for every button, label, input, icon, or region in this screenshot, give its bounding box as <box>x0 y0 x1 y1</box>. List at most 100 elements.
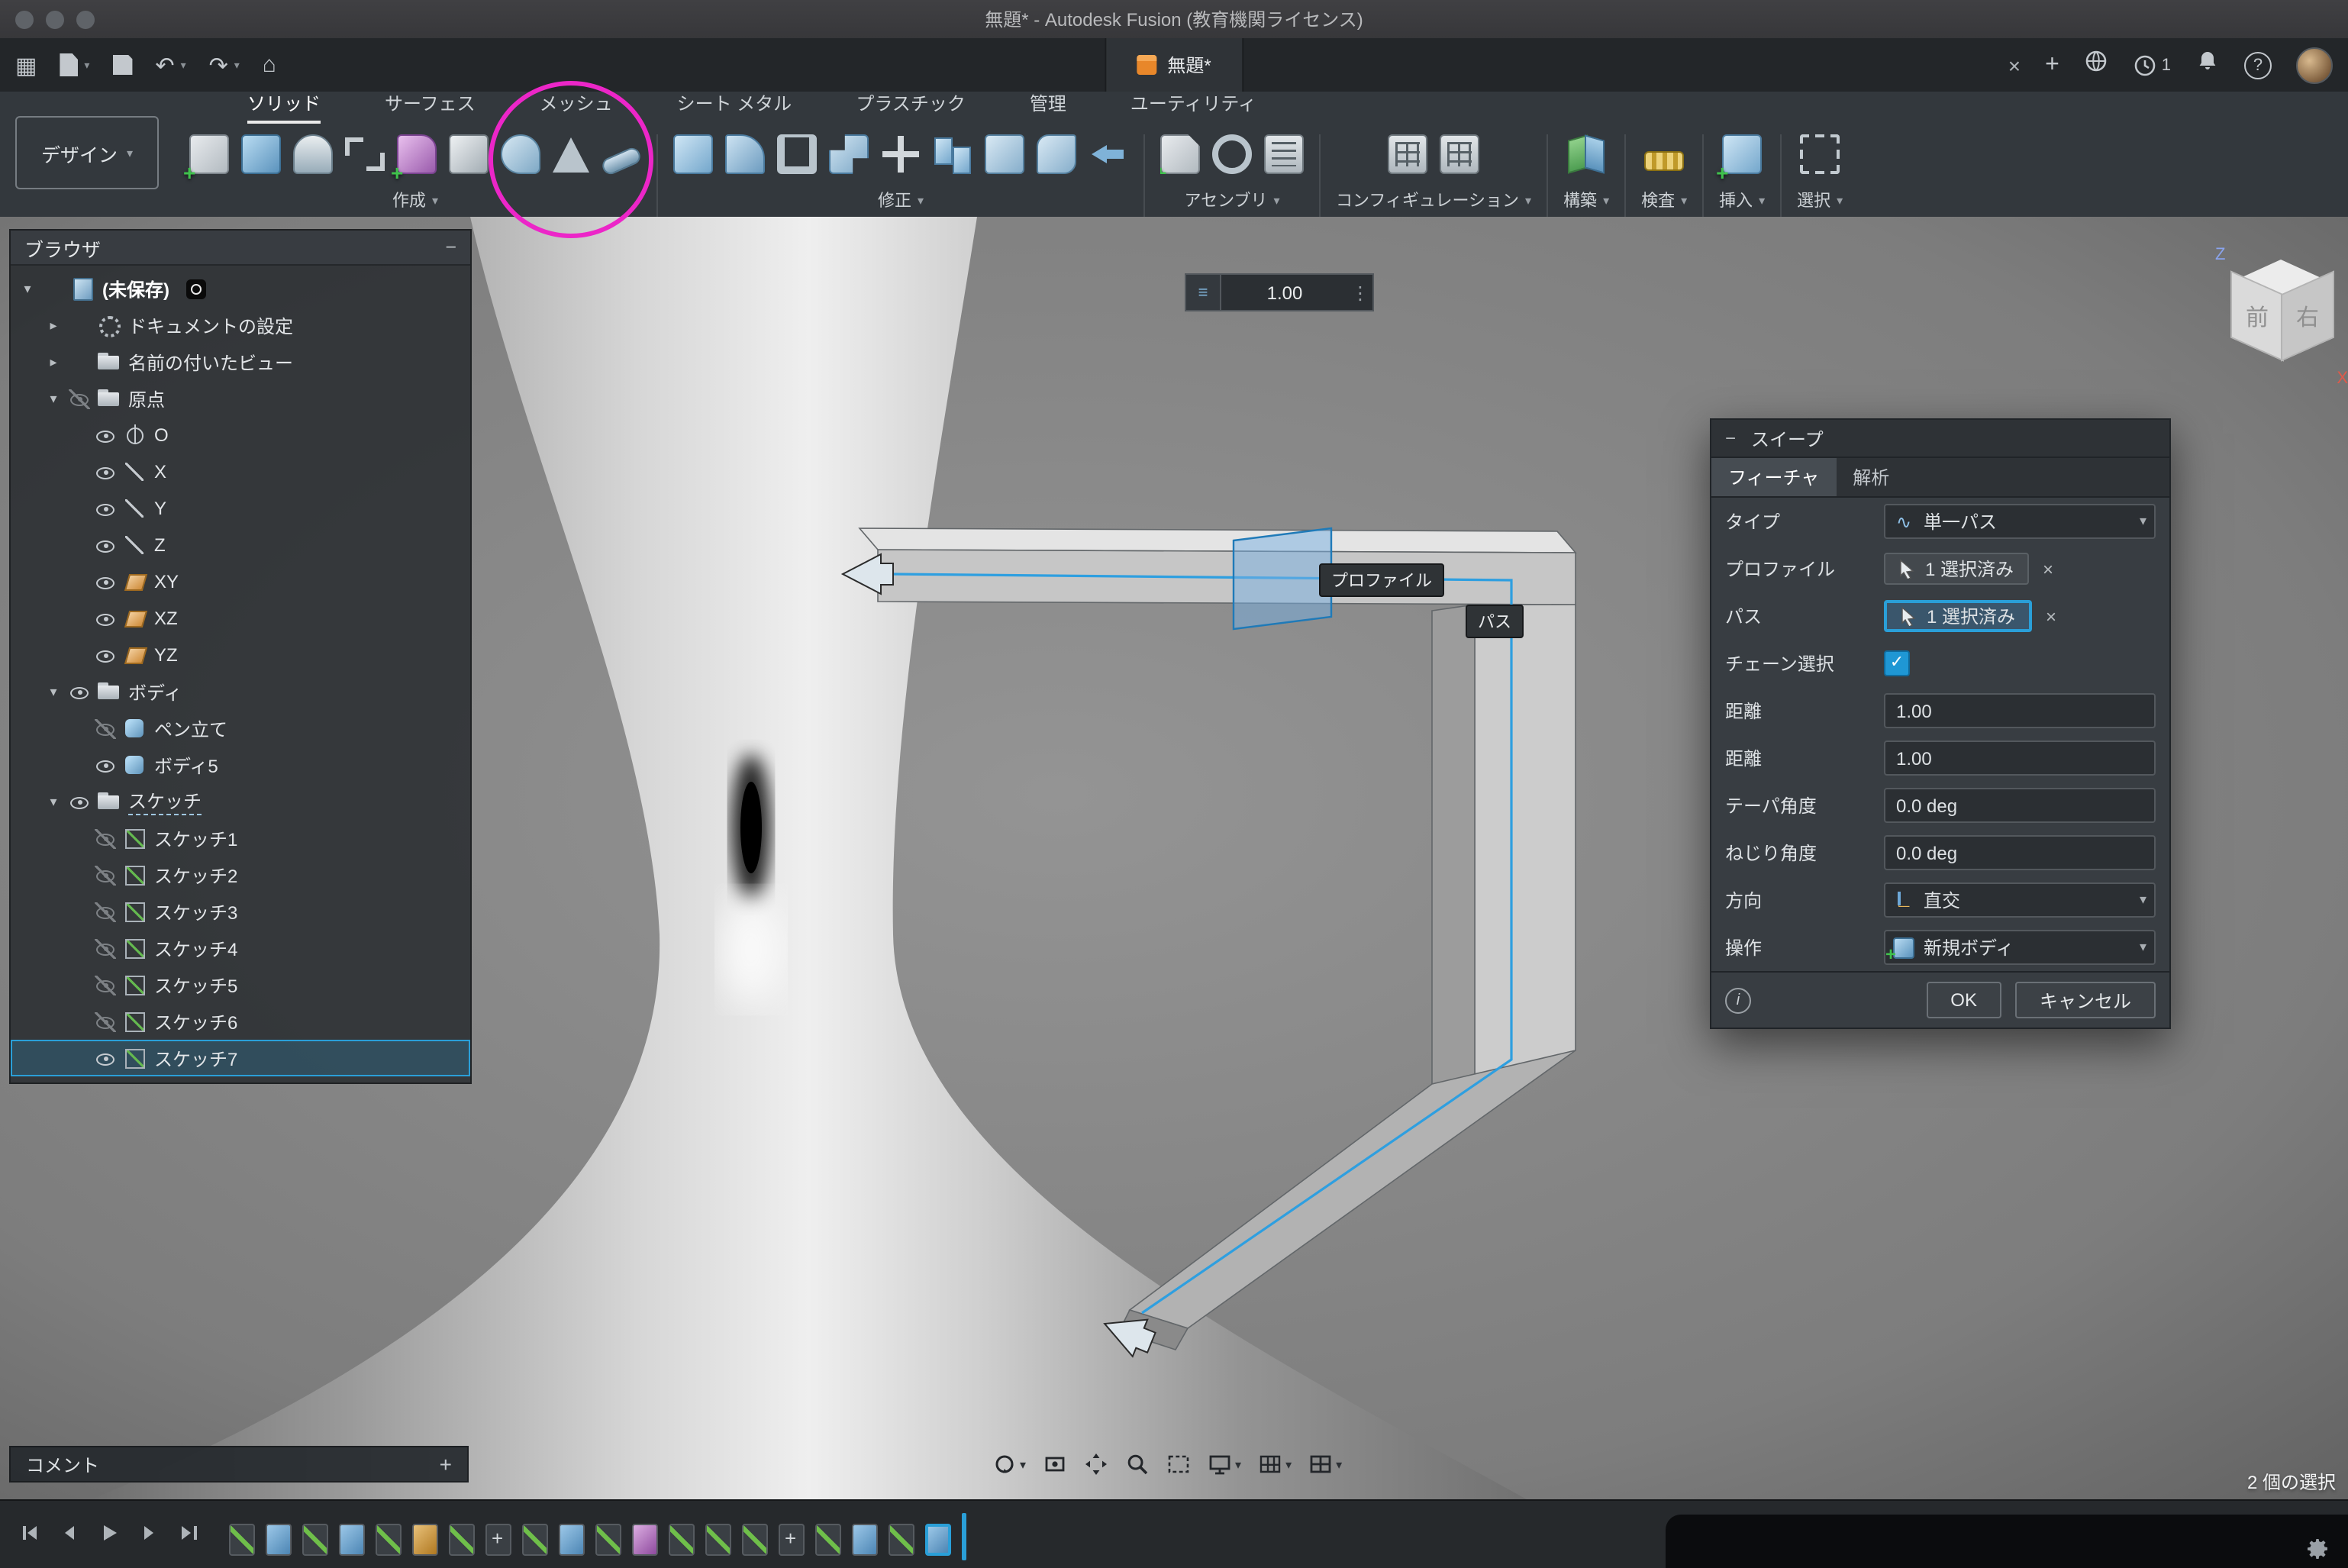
new-document-tab-icon[interactable]: + <box>2045 51 2059 79</box>
fit-icon[interactable] <box>1166 1452 1191 1476</box>
info-icon[interactable]: i <box>1725 987 1751 1013</box>
minimize-window-button[interactable] <box>46 10 64 28</box>
ribbon-tab-ユーティリティ[interactable]: ユーティリティ <box>1130 90 1256 124</box>
value-input[interactable]: 0.0 deg <box>1884 835 2156 870</box>
replace-face-icon[interactable] <box>1037 134 1076 174</box>
notifications-bell-icon[interactable] <box>2195 49 2220 81</box>
distance-value-box[interactable]: ≡ 1.00 ⋮ <box>1185 273 1374 311</box>
browser-item-ドキュメントの設定[interactable]: ▸ドキュメントの設定 <box>11 307 470 344</box>
insert-icon[interactable] <box>1722 134 1762 174</box>
value-input[interactable]: 0.0 deg <box>1884 788 2156 823</box>
display-settings-icon[interactable]: ▾ <box>1208 1452 1241 1476</box>
add-comment-icon[interactable]: + <box>440 1452 452 1476</box>
timeline-feature-15-sketch[interactable] <box>742 1524 768 1556</box>
orbit-icon[interactable]: ▾ <box>992 1452 1026 1476</box>
browser-item-ペン立て[interactable]: ペン立て <box>11 710 470 747</box>
timeline-feature-20-current[interactable] <box>925 1524 951 1556</box>
browser-item-XY[interactable]: XY <box>11 563 470 600</box>
redo-icon[interactable]: ↷ <box>209 51 228 79</box>
tree-chevron-icon[interactable]: ▾ <box>46 390 61 407</box>
timeline-position-marker[interactable] <box>962 1513 966 1560</box>
browser-item-スケッチ6[interactable]: スケッチ6 <box>11 1003 470 1040</box>
browser-item-スケッチ5[interactable]: スケッチ5 <box>11 966 470 1003</box>
sweep-icon[interactable] <box>449 134 489 174</box>
visibility-eye-icon[interactable] <box>95 608 116 628</box>
visibility-eye-icon[interactable] <box>95 425 116 445</box>
timeline-settings-gear-icon[interactable] <box>2305 1537 2330 1568</box>
browser-item-Z[interactable]: Z <box>11 527 470 563</box>
rib-icon[interactable] <box>553 137 589 172</box>
dialog-tab-フィーチャ[interactable]: フィーチャ <box>1711 458 1836 496</box>
browser-item-XZ[interactable]: XZ <box>11 600 470 637</box>
sweep-profile-plane[interactable] <box>1234 528 1331 629</box>
new-component-icon[interactable] <box>1160 134 1200 174</box>
timeline-feature-13-sketch[interactable] <box>669 1524 695 1556</box>
loft-icon[interactable] <box>501 134 540 174</box>
combine-icon[interactable] <box>829 134 869 174</box>
measure-icon[interactable] <box>1644 150 1684 170</box>
go-to-start-button[interactable] <box>18 1522 41 1551</box>
value-input[interactable]: 1.00 <box>1884 740 2156 776</box>
fillet-icon[interactable] <box>725 134 765 174</box>
orthogonal-dropdown[interactable]: 直交▾ <box>1884 882 2156 918</box>
new-body-dropdown[interactable]: 新規ボディ▾ <box>1884 930 2156 965</box>
group-dropdown-挿入[interactable]: 挿入▾ <box>1719 188 1765 212</box>
timeline-feature-10-body[interactable] <box>559 1524 585 1556</box>
pan-icon[interactable] <box>1084 1452 1108 1476</box>
file-menu-icon[interactable] <box>60 53 78 76</box>
ribbon-tab-メッシュ[interactable]: メッシュ <box>540 90 613 124</box>
visibility-eye-icon[interactable] <box>95 1048 116 1068</box>
create-sketch-icon[interactable] <box>189 134 229 174</box>
group-dropdown-選択[interactable]: 選択▾ <box>1797 188 1843 212</box>
tree-chevron-icon[interactable]: ▾ <box>46 683 61 700</box>
group-dropdown-作成[interactable]: 作成▾ <box>392 188 438 212</box>
browser-item-(未保存)[interactable]: ▾(未保存) <box>11 270 470 307</box>
timeline-feature-14-sketch[interactable] <box>705 1524 731 1556</box>
timeline-feature-6-surface[interactable] <box>412 1524 438 1556</box>
visibility-eye-icon[interactable] <box>95 462 116 482</box>
timeline-feature-8-move[interactable] <box>485 1524 511 1556</box>
delete-icon[interactable] <box>1089 134 1128 174</box>
group-dropdown-修正[interactable]: 修正▾ <box>878 188 924 212</box>
dialog-header[interactable]: − スイープ <box>1711 420 2169 458</box>
visibility-eye-icon[interactable] <box>69 389 90 408</box>
play-button[interactable] <box>98 1522 121 1551</box>
selection-button[interactable]: 1 選択済み <box>1884 600 2032 632</box>
group-dropdown-構築[interactable]: 構築▾ <box>1563 188 1609 212</box>
group-dropdown-コンフィギュレーション[interactable]: コンフィギュレーション▾ <box>1336 188 1531 212</box>
timeline-feature-17-sketch[interactable] <box>815 1524 841 1556</box>
revolve-icon[interactable] <box>293 134 333 174</box>
browser-item-スケッチ4[interactable]: スケッチ4 <box>11 930 470 966</box>
user-avatar[interactable] <box>2296 47 2333 83</box>
tree-chevron-icon[interactable]: ▸ <box>46 317 61 334</box>
visibility-eye-icon[interactable] <box>95 975 116 995</box>
visibility-eye-icon[interactable] <box>95 828 116 848</box>
timeline-feature-1-sketch[interactable] <box>229 1524 255 1556</box>
step-back-button[interactable] <box>58 1522 81 1551</box>
browser-item-スケッチ7[interactable]: スケッチ7 <box>11 1040 470 1076</box>
go-to-end-button[interactable] <box>177 1522 200 1551</box>
configure-icon[interactable] <box>1388 134 1427 174</box>
group-dropdown-検査[interactable]: 検査▾ <box>1641 188 1687 212</box>
visibility-eye-icon[interactable] <box>95 572 116 592</box>
browser-item-原点[interactable]: ▾原点 <box>11 380 470 417</box>
group-dropdown-アセンブリ[interactable]: アセンブリ▾ <box>1185 188 1280 212</box>
ribbon-tab-管理[interactable]: 管理 <box>1030 90 1066 124</box>
browser-item-スケッチ3[interactable]: スケッチ3 <box>11 893 470 930</box>
active-document-badge[interactable] <box>186 279 206 298</box>
collapse-browser-button[interactable]: − <box>445 237 456 258</box>
move-copy-icon[interactable] <box>881 134 921 174</box>
browser-item-ボディ5[interactable]: ボディ5 <box>11 747 470 783</box>
create-form-icon[interactable] <box>397 134 437 174</box>
chain-selection-checkbox[interactable]: ✓ <box>1884 650 1910 676</box>
selection-button[interactable]: 1 選択済み <box>1884 553 2029 585</box>
timeline-feature-2-body[interactable] <box>266 1524 292 1556</box>
timeline-feature-9-sketch[interactable] <box>522 1524 548 1556</box>
help-icon[interactable]: ? <box>2244 51 2272 79</box>
extension-globe-icon[interactable] <box>2084 49 2108 81</box>
browser-item-ボディ[interactable]: ▾ボディ <box>11 673 470 710</box>
primitive-icon[interactable] <box>345 134 385 174</box>
clear-selection-icon[interactable]: × <box>2043 558 2053 579</box>
joint-icon[interactable] <box>1212 134 1252 174</box>
cancel-button[interactable]: キャンセル <box>2015 982 2156 1018</box>
